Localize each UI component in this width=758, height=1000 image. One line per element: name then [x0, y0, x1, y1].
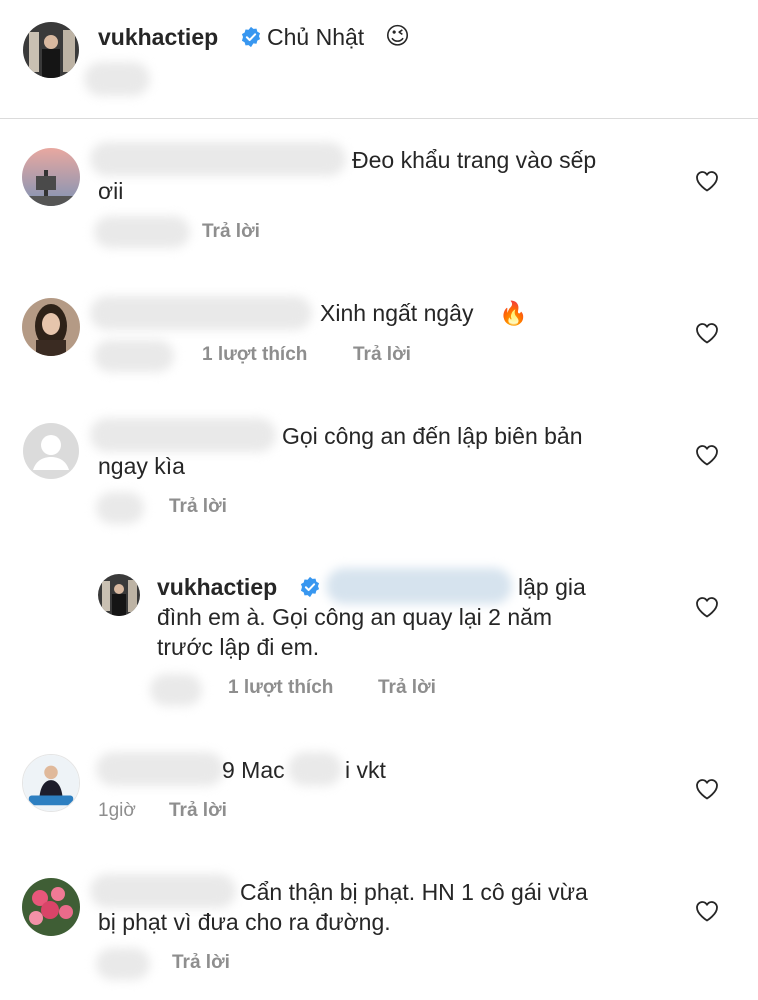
comment-time-blurred [96, 492, 144, 524]
reply-time-blurred [150, 674, 202, 706]
heart-outline-icon[interactable] [695, 322, 719, 344]
heart-outline-icon[interactable] [695, 170, 719, 192]
comment-text: Gọi công an đến lập biên bản [282, 423, 583, 449]
caption-meta-blurred [84, 62, 150, 96]
reply-button[interactable]: Trả lời [353, 343, 411, 367]
default-avatar[interactable] [22, 422, 80, 480]
comment-avatar[interactable] [22, 298, 80, 356]
mention-blurred[interactable] [326, 568, 512, 604]
heart-outline-icon[interactable] [695, 900, 719, 922]
verified-badge-icon [241, 26, 261, 48]
comment-username-blurred[interactable] [90, 296, 312, 330]
comment-time-blurred [96, 948, 150, 980]
reply-text: lập gia [518, 574, 586, 600]
likes-count[interactable]: 1 lượt thích [202, 343, 307, 367]
comment-username-blurred[interactable] [96, 752, 224, 786]
caption-divider [0, 118, 758, 119]
post-author-username[interactable]: vukhactiep [98, 22, 218, 52]
comment-time-blurred [94, 340, 174, 372]
reply-button[interactable]: Trả lời [202, 220, 260, 244]
reply-button[interactable]: Trả lời [378, 676, 436, 700]
reply-text-cont: trước lập đi em. [157, 634, 320, 660]
comment-avatar[interactable] [22, 148, 80, 206]
comment-username-blurred[interactable] [90, 142, 346, 176]
reply-text-cont: đình em à. Gọi công an quay lại 2 năm [157, 604, 553, 630]
fire-emoji: 🔥 [499, 300, 528, 326]
heart-outline-icon[interactable] [695, 778, 719, 800]
comment-text: Đeo khẩu trang vào sếp [352, 147, 597, 173]
post-caption: Chủ Nhật [267, 24, 365, 50]
comment-text-cont: bị phạt vì đưa cho ra đường. [98, 909, 391, 935]
comment-username-blurred[interactable] [90, 418, 276, 452]
heart-outline-icon[interactable] [695, 596, 719, 618]
comment-text: i vkt [345, 757, 386, 783]
reply-button[interactable]: Trả lời [172, 951, 230, 975]
comment-text-cont: ơii [98, 178, 124, 204]
comment-text: Xinh ngất ngây [320, 300, 474, 326]
reply-author-username[interactable]: vukhactiep [157, 572, 277, 602]
post-author-avatar[interactable] [23, 22, 79, 78]
likes-count[interactable]: 1 lượt thích [228, 676, 333, 700]
comment-avatar[interactable] [22, 754, 80, 812]
comment-text: Cẩn thận bị phạt. HN 1 cô gái vừa [240, 879, 588, 905]
heart-outline-icon[interactable] [695, 444, 719, 466]
reply-button[interactable]: Trả lời [169, 495, 227, 519]
comment-text: 9 Mac [222, 757, 285, 783]
comment-username-blurred[interactable] [90, 874, 236, 908]
caption-emoji: 😉 [385, 23, 411, 50]
verified-badge-icon [300, 576, 320, 598]
comment-text-cont: ngay kìa [98, 453, 185, 479]
comment-avatar[interactable] [22, 878, 80, 936]
reply-button[interactable]: Trả lời [169, 799, 227, 823]
comment-time-blurred [94, 216, 190, 248]
reply-author-avatar[interactable] [98, 574, 140, 616]
comment-text-blurred [288, 752, 342, 786]
comment-time: 1giờ [98, 800, 136, 821]
